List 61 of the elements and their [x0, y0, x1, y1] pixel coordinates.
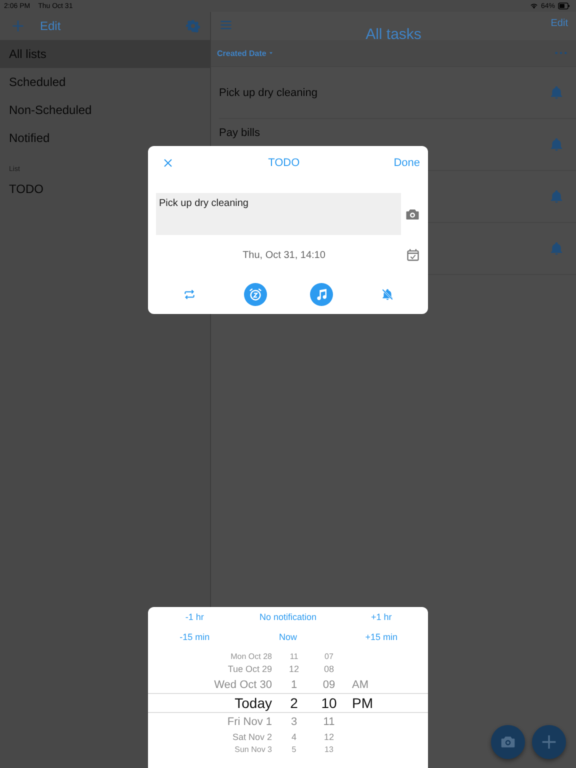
hour-option[interactable]: 12 — [288, 664, 299, 674]
sidebar-item[interactable]: Scheduled — [0, 68, 210, 96]
edit-button[interactable]: Edit — [550, 18, 568, 29]
close-icon — [162, 156, 174, 169]
edit-button[interactable]: Edit — [40, 19, 61, 33]
day-option[interactable]: Sun Nov 3 — [234, 745, 272, 754]
page-title: All tasks — [366, 26, 422, 43]
task-title[interactable]: Pick up dry cleaning — [219, 86, 318, 98]
repeat-icon — [182, 288, 196, 301]
period-option[interactable]: AM — [352, 678, 368, 690]
plus-icon — [10, 18, 26, 34]
day-option[interactable]: Fri Nov 1 — [227, 716, 272, 728]
alarm-clock-icon — [248, 286, 262, 302]
done-button[interactable]: Done — [394, 156, 420, 169]
hour-option[interactable]: 5 — [292, 745, 296, 754]
calendar-icon — [406, 248, 420, 262]
day-option[interactable]: Mon Oct 28 — [230, 652, 272, 661]
close-button[interactable] — [162, 156, 174, 169]
sidebar-item[interactable]: Notified — [0, 124, 210, 152]
alarm-clock-button[interactable] — [244, 282, 266, 306]
list-title: TODO — [268, 156, 300, 169]
sidebar-item[interactable]: Non-Scheduled — [0, 96, 210, 124]
quick-time-button[interactable]: -1 hr — [185, 611, 204, 624]
minute-option[interactable]: 08 — [324, 664, 334, 674]
minute-option[interactable]: 10 — [321, 695, 337, 711]
day-option[interactable]: Today — [234, 695, 272, 711]
settings-icon — [186, 19, 200, 33]
sort-dropdown[interactable]: Created Date — [217, 48, 274, 58]
hour-option[interactable]: 2 — [290, 695, 298, 711]
minute-option[interactable]: 11 — [323, 716, 335, 728]
period-option[interactable]: PM — [352, 695, 373, 711]
day-option[interactable]: Tue Oct 29 — [228, 664, 272, 674]
wifi-icon — [530, 2, 538, 10]
caret-icon — [268, 50, 274, 56]
menu-icon — [219, 18, 233, 32]
camera-button[interactable] — [405, 206, 420, 222]
camera-icon — [405, 206, 420, 222]
quick-time-button[interactable]: +15 min — [365, 631, 398, 644]
minute-option[interactable]: 09 — [322, 678, 336, 690]
minute-option[interactable]: 07 — [324, 652, 334, 661]
hour-option[interactable]: 1 — [290, 678, 298, 690]
list-item[interactable]: TODO — [0, 175, 140, 203]
hour-option[interactable]: 11 — [290, 652, 298, 661]
due-date[interactable]: Thu, Oct 31, 14:10 — [162, 250, 406, 261]
music-note-button[interactable] — [310, 282, 332, 306]
day-option[interactable]: Wed Oct 30 — [214, 678, 272, 690]
minute-option[interactable]: 12 — [324, 732, 334, 742]
task-title[interactable]: Pay bills — [219, 126, 549, 138]
minute-option[interactable]: 13 — [324, 745, 334, 754]
battery-icon — [558, 0, 570, 12]
quick-time-button[interactable]: Now — [278, 631, 297, 644]
calendar-button[interactable] — [406, 248, 420, 262]
bell-off-icon — [380, 288, 394, 301]
camera-icon — [500, 734, 516, 750]
quick-time-button[interactable]: No notification — [259, 611, 317, 624]
hour-option[interactable]: 4 — [291, 732, 296, 742]
task-input[interactable]: Pick up dry cleaning — [156, 193, 401, 236]
quick-time-button[interactable]: +1 hr — [370, 611, 392, 624]
hour-option[interactable]: 3 — [290, 716, 298, 728]
quick-time-button[interactable]: -15 min — [180, 631, 210, 644]
day-option[interactable]: Sat Nov 2 — [232, 732, 272, 742]
